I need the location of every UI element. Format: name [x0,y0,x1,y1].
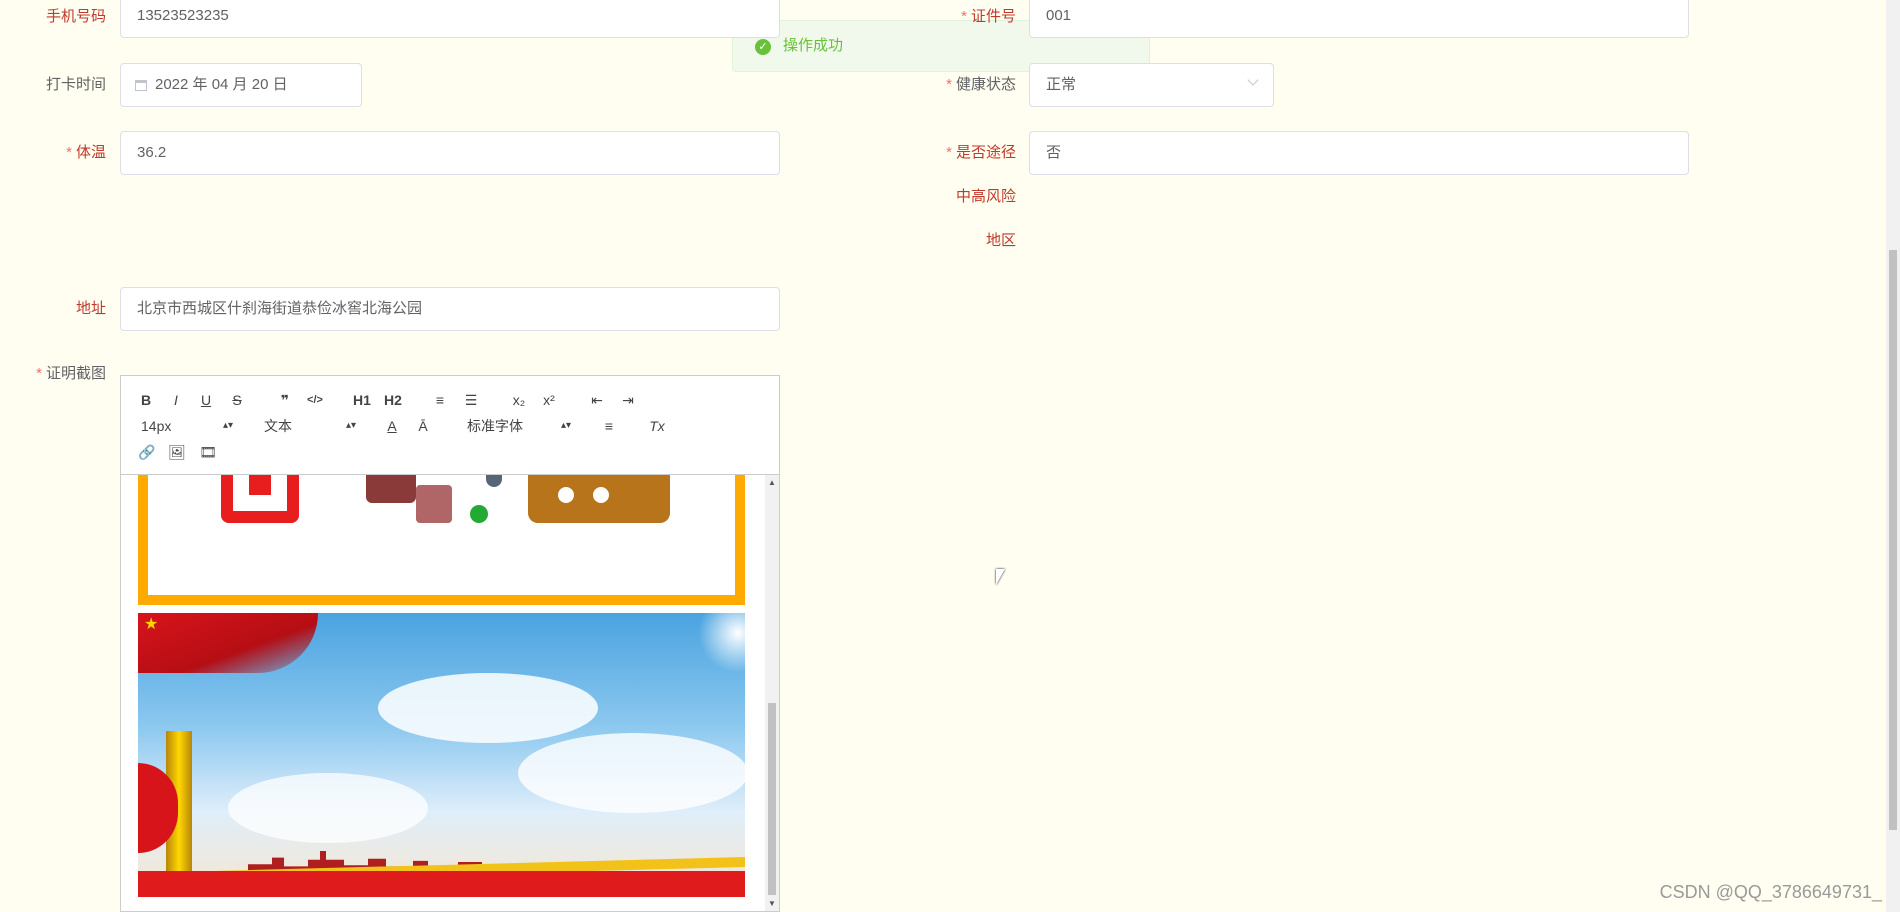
image-button[interactable]: 🖼 [167,442,187,462]
editor-toolbar: B I U S ❞ </> H1 H2 ≡ ☰ x₂ x² ⇤ ⇥ 14px ▴▾… [121,376,779,475]
align-button[interactable]: ≡ [599,416,619,436]
subscript-button[interactable]: x₂ [509,390,529,410]
sun-glow [698,613,745,673]
id-input[interactable]: 001 [1029,0,1689,38]
route-label-line2: 中高风险 [955,188,1016,205]
page-scrollbar-thumb[interactable] [1889,250,1897,830]
qr-hole-2 [593,487,609,503]
ordered-list-button[interactable]: ≡ [430,390,450,410]
rich-text-editor[interactable]: B I U S ❞ </> H1 H2 ≡ ☰ x₂ x² ⇤ ⇥ 14px ▴▾… [120,375,780,912]
red-flag [138,613,318,673]
qr-inner-square [249,475,271,495]
cloud-3 [228,773,428,843]
health-code-image [138,475,745,605]
italic-button[interactable]: I [167,390,185,410]
banner-image: ★ [138,613,745,897]
superscript-button[interactable]: x² [539,390,559,410]
cloud-2 [518,733,745,813]
page-scrollbar[interactable] [1886,0,1900,912]
bullet-list-button[interactable]: ☰ [461,390,481,410]
cloud-1 [378,673,598,743]
check-circle-icon: ✓ [755,39,771,55]
editor-scrollbar-thumb[interactable] [768,703,776,895]
mouse-cursor-icon [996,569,1005,585]
format-select[interactable]: 文本 ▴▾ [264,416,356,436]
underline-button[interactable]: U [197,390,215,410]
temperature-label: * 体温 [66,144,106,161]
id-label: * 证件号 [961,8,1016,25]
chevron-down-icon [1247,74,1259,86]
address-input[interactable]: 北京市西城区什刹海街道恭俭冰窖北海公园 [120,287,780,331]
health-select[interactable]: 正常 [1029,63,1274,107]
route-input[interactable]: 否 [1029,131,1689,175]
address-label: 地址 [75,300,106,317]
background-color-button[interactable]: Ā [414,416,432,436]
route-label-line1: *中高风险是否途径 [946,144,1016,161]
heading1-button[interactable]: H1 [351,390,373,410]
health-select-value: 正常 [1046,76,1077,93]
toast-message: 操作成功 [783,37,844,54]
checkin-label: 打卡时间 [45,76,106,93]
health-label: * 健康状态 [946,76,1016,93]
font-family-select[interactable]: 标准字体 ▴▾ [467,416,571,436]
clear-format-button[interactable]: Tx [646,416,668,436]
temperature-input[interactable]: 36.2 [120,131,780,175]
editor-scrollbar[interactable]: ▲ ▼ [765,475,779,911]
scroll-down-arrow-icon[interactable]: ▼ [768,899,776,908]
proof-label: * 证明截图 [36,365,106,382]
phone-label: 手机号码 [45,8,106,25]
scroll-up-arrow-icon[interactable]: ▲ [768,478,776,487]
code-block-button[interactable]: </> [304,390,326,410]
outdent-button[interactable]: ⇤ [587,390,607,410]
qr-block-2 [416,485,452,523]
editor-content[interactable]: ★ ▲ ▼ [121,475,779,911]
checkin-date-value: 2022 年 04 月 20 日 [155,76,288,93]
calendar-icon [135,79,147,91]
font-color-button[interactable]: A [383,416,401,436]
phone-input[interactable]: 13523523235 [120,0,780,38]
video-button[interactable]: 🎞 [198,442,218,462]
link-button[interactable]: 🔗 [137,442,157,462]
watermark-text: CSDN @QQ_3786649731_ [1659,882,1882,902]
route-label-line3: 地区 [985,232,1016,249]
flag-star-icon: ★ [144,616,159,633]
qr-dot-green [470,505,488,523]
blockquote-button[interactable]: ❞ [276,390,294,410]
checkin-date-picker[interactable]: 2022 年 04 月 20 日 [120,63,362,107]
qr-hole-1 [558,487,574,503]
bold-button[interactable]: B [137,390,155,410]
font-size-select[interactable]: 14px ▴▾ [141,416,233,436]
qr-dot-gray [486,475,502,487]
indent-button[interactable]: ⇥ [618,390,638,410]
heading2-button[interactable]: H2 [382,390,404,410]
red-wave [138,871,745,897]
strikethrough-button[interactable]: S [228,390,246,410]
qr-block-1 [366,475,416,503]
